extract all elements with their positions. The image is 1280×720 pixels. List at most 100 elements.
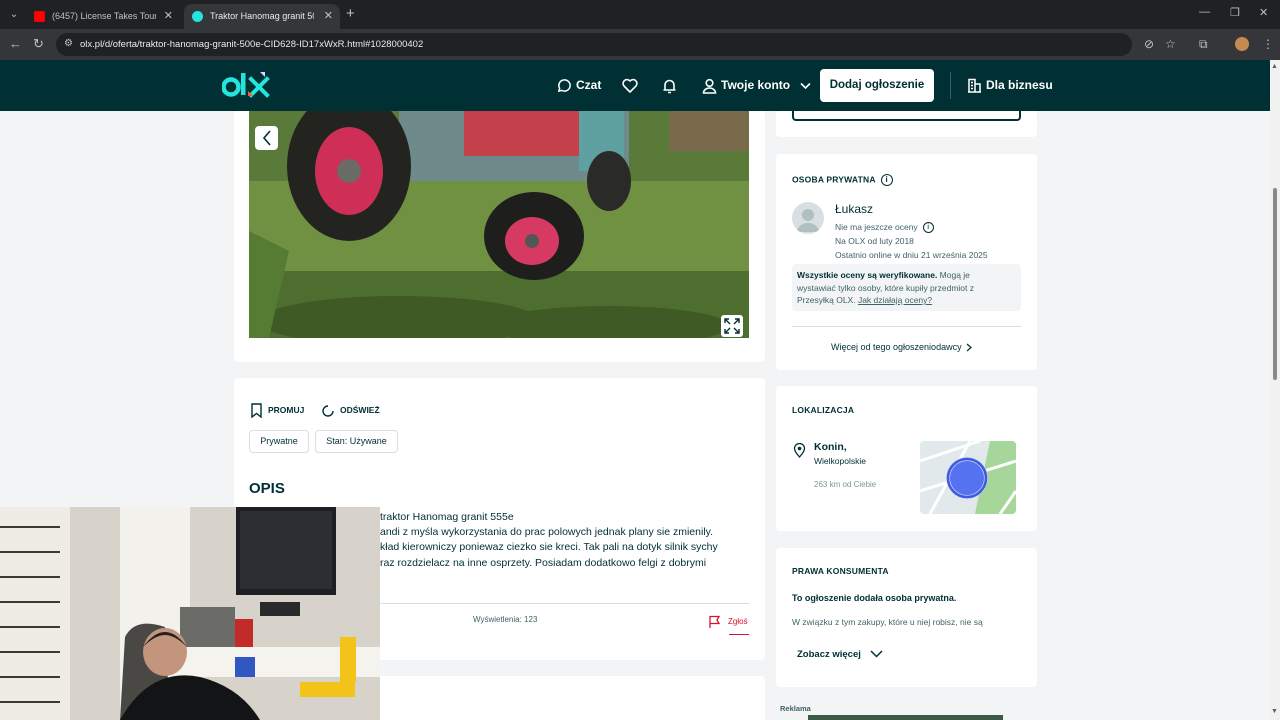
seller-section-label: OSOBA PRYWATNA bbox=[792, 174, 876, 185]
tab-title: Traktor Hanomag granit 500E K bbox=[210, 11, 314, 21]
consumer-private-note: To ogłoszenie dodała osoba prywatna. bbox=[792, 593, 957, 603]
scroll-down-icon[interactable]: ▼ bbox=[1271, 708, 1278, 715]
location-map[interactable] bbox=[920, 441, 1016, 514]
olx-favicon-icon bbox=[192, 11, 203, 22]
view-count: Wyświetlenia: 123 bbox=[473, 615, 538, 624]
restore-icon[interactable]: ❐ bbox=[1230, 6, 1240, 19]
refresh-icon bbox=[322, 405, 334, 417]
seller-avatar bbox=[792, 202, 824, 234]
reload-icon[interactable]: ↻ bbox=[33, 36, 44, 52]
chat-label: Czat bbox=[576, 78, 602, 92]
scroll-up-icon[interactable]: ▲ bbox=[1271, 63, 1278, 70]
page-scrollbar[interactable]: ▲ ▼ bbox=[1270, 60, 1280, 720]
user-icon bbox=[702, 78, 717, 94]
see-more-button[interactable]: Zobacz więcej bbox=[797, 649, 883, 660]
browser-tab-olx[interactable]: Traktor Hanomag granit 500E K ✕ bbox=[184, 4, 340, 29]
back-icon[interactable]: ← bbox=[9, 36, 22, 52]
seller-member-since: Na OLX od luty 2018 bbox=[835, 236, 914, 246]
chat-link[interactable]: Czat bbox=[557, 60, 601, 111]
verify-text: wystawiać tylko osoby, które kupiły prze… bbox=[797, 282, 974, 293]
scrollbar-thumb[interactable] bbox=[1273, 188, 1277, 380]
seller-divider bbox=[792, 326, 1021, 327]
ratings-info-box: Wszystkie oceny są weryfikowane. Mogą je… bbox=[792, 264, 1021, 311]
report-underline bbox=[729, 634, 749, 635]
favorites-link[interactable] bbox=[622, 60, 642, 111]
tab-search-icon[interactable]: ⌄ bbox=[6, 7, 22, 23]
bell-icon bbox=[663, 79, 676, 94]
business-label: Dla biznesu bbox=[986, 78, 1053, 92]
seller-card bbox=[776, 154, 1037, 370]
youtube-favicon-icon bbox=[34, 11, 45, 22]
refresh-label: ODŚWIEŻ bbox=[340, 405, 380, 415]
profile-avatar[interactable] bbox=[1235, 37, 1249, 51]
new-tab-button[interactable]: + bbox=[346, 5, 360, 23]
close-tab-icon[interactable]: ✕ bbox=[324, 4, 333, 29]
bookmark-icon bbox=[251, 403, 262, 419]
site-header: Czat Twoje konto Dodaj ogłoszenie Dla bi… bbox=[0, 60, 1270, 111]
more-from-seller-label: Więcej od tego ogłoszeniodawcy bbox=[831, 342, 962, 352]
seller-rating: Nie ma jeszcze oceny i bbox=[835, 222, 934, 234]
chevron-down-icon bbox=[870, 650, 883, 659]
seller-name: Łukasz bbox=[835, 202, 874, 216]
browser-tab-bar: ⌄ (6457) License Takes Tourists fo ✕ Tra… bbox=[0, 0, 1280, 29]
extensions-icon[interactable]: ⧉ bbox=[1199, 37, 1208, 51]
notifications-link[interactable] bbox=[662, 60, 681, 111]
chevron-right-icon bbox=[966, 343, 973, 352]
webcam-overlay bbox=[0, 507, 380, 720]
seller-last-online: Ostatnio online w dniu 21 września 2025 bbox=[835, 250, 988, 260]
verify-bold: Wszystkie oceny są weryfikowane. bbox=[797, 270, 938, 280]
site-info-icon[interactable]: ⚙ bbox=[64, 38, 76, 50]
location-section-title: LOKALIZACJA bbox=[792, 405, 855, 415]
browser-toolbar: ← ↻ ⚙ olx.pl/d/oferta/traktor-hanomag-gr… bbox=[0, 29, 1280, 60]
bookmark-star-icon[interactable]: ☆ bbox=[1165, 37, 1176, 51]
flag-icon bbox=[709, 615, 721, 628]
listing-photo[interactable] bbox=[249, 111, 749, 338]
consumer-text: W związku z tym zakupy, które u niej rob… bbox=[792, 617, 983, 627]
olx-logo[interactable] bbox=[222, 70, 272, 100]
contact-button[interactable] bbox=[792, 111, 1021, 121]
minimize-icon[interactable]: — bbox=[1199, 6, 1210, 18]
description-line: andi z myśla wykorzystania do prac polow… bbox=[380, 526, 714, 538]
info-icon[interactable]: i bbox=[880, 174, 893, 186]
ratings-help-link[interactable]: Jak działają oceny? bbox=[858, 295, 932, 305]
chip-condition: Stan: Używane bbox=[315, 430, 398, 453]
business-link[interactable]: Dla biznesu bbox=[967, 60, 1053, 111]
header-divider bbox=[950, 72, 951, 99]
ad-label: Reklama bbox=[780, 704, 811, 713]
account-label: Twoje konto bbox=[721, 78, 791, 92]
map-thumbnail bbox=[920, 441, 1016, 514]
eye-off-icon[interactable]: ⊘ bbox=[1144, 37, 1154, 51]
more-from-seller-link[interactable]: Więcej od tego ogłoszeniodawcy bbox=[831, 342, 973, 352]
rating-info-icon[interactable]: i bbox=[922, 222, 934, 234]
url-text[interactable]: olx.pl/d/oferta/traktor-hanomag-granit-5… bbox=[80, 33, 423, 56]
browser-tab-youtube[interactable]: (6457) License Takes Tourists fo ✕ bbox=[26, 4, 180, 29]
location-pin-icon bbox=[793, 443, 806, 458]
fullscreen-button[interactable] bbox=[721, 315, 743, 337]
address-bar[interactable]: ⚙ olx.pl/d/oferta/traktor-hanomag-granit… bbox=[56, 33, 1132, 56]
refresh-button[interactable]: ODŚWIEŻ bbox=[321, 402, 380, 418]
promote-button[interactable]: PROMUJ bbox=[250, 402, 304, 419]
building-icon bbox=[968, 79, 981, 94]
report-label: Zgłoś bbox=[728, 617, 748, 627]
description-line: kład kierowniczy poniewaz ciezko sie kre… bbox=[380, 541, 718, 553]
add-listing-button[interactable]: Dodaj ogłoszenie bbox=[820, 69, 934, 102]
report-link[interactable]: Zgłoś bbox=[708, 615, 748, 629]
ad-banner[interactable] bbox=[808, 715, 1003, 720]
close-window-icon[interactable]: ✕ bbox=[1259, 6, 1268, 19]
location-region: Wielkopolskie bbox=[814, 456, 866, 466]
see-more-label: Zobacz więcej bbox=[797, 649, 861, 660]
close-tab-icon[interactable]: ✕ bbox=[164, 4, 173, 29]
seller-section-title: OSOBA PRYWATNA i bbox=[792, 174, 893, 186]
description-line: raz rozdzielacz na inne osprzety. Posiad… bbox=[380, 557, 707, 569]
account-menu[interactable]: Twoje konto bbox=[702, 60, 812, 111]
expand-icon bbox=[724, 318, 740, 334]
verify-text: Mogą je bbox=[937, 270, 970, 280]
location-distance: 263 km od Ciebie bbox=[814, 480, 877, 489]
verify-text: Przesyłką OLX. bbox=[797, 295, 858, 305]
gallery-previous-button[interactable] bbox=[255, 126, 278, 150]
browser-menu-icon[interactable]: ⋮ bbox=[1262, 37, 1274, 51]
chevron-left-icon bbox=[262, 130, 271, 146]
consumer-section-title: PRAWA KONSUMENTA bbox=[792, 566, 889, 576]
rating-text: Nie ma jeszcze oceny bbox=[835, 222, 918, 232]
description-title: OPIS bbox=[249, 480, 285, 497]
